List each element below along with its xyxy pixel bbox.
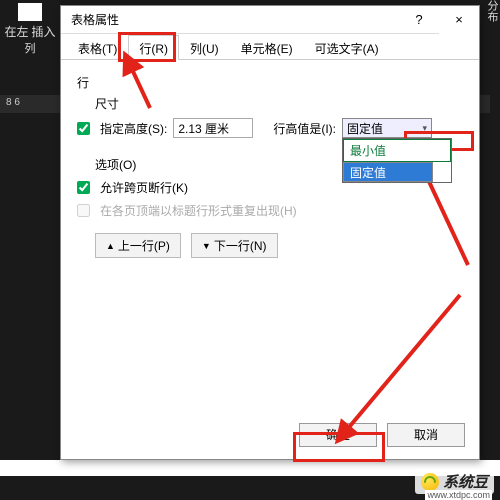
dropdown-item-min[interactable]: 最小值 xyxy=(343,139,451,162)
row-size: 指定高度(S): 行高值是(I): 固定值 ▾ 最小值 固定值 xyxy=(77,118,463,138)
ribbon-insert-label: 插入 xyxy=(32,25,56,39)
nav-buttons: ▲上一行(P) ▼下一行(N) xyxy=(95,233,463,258)
ok-button[interactable]: 确定 xyxy=(299,423,377,447)
specify-height-checkbox[interactable] xyxy=(77,122,90,135)
section-row-label: 行 xyxy=(77,74,463,91)
row-height-is-label: 行高值是(I): xyxy=(273,120,336,137)
dropdown-item-fixed[interactable]: 固定值 xyxy=(343,162,433,182)
close-button[interactable]: × xyxy=(439,6,479,34)
allow-break-label: 允许跨页断行(K) xyxy=(100,179,188,196)
watermark-text: 系统豆 xyxy=(443,471,488,492)
next-row-button[interactable]: ▼下一行(N) xyxy=(191,233,278,258)
titlebar: 表格属性 ? × xyxy=(61,6,479,34)
watermark-url: www.xtdpc.com xyxy=(425,490,492,500)
table-properties-dialog: 表格属性 ? × 表格(T) 行(R) 列(U) 单元格(E) 可选文字(A) … xyxy=(60,5,480,460)
tab-alt-text[interactable]: 可选文字(A) xyxy=(304,35,390,60)
chevron-down-icon: ▾ xyxy=(422,123,427,134)
tab-table[interactable]: 表格(T) xyxy=(67,35,128,60)
dialog-title: 表格属性 xyxy=(61,11,399,28)
watermark-logo-icon xyxy=(421,473,439,491)
triangle-up-icon: ▲ xyxy=(106,241,115,251)
ribbon-left: 在左 插入 列 xyxy=(0,0,60,95)
repeat-header-label: 在各页顶端以标题行形式重复出现(H) xyxy=(100,202,297,219)
dialog-buttons: 确定 取消 xyxy=(299,423,465,447)
ribbon-col-label: 列 xyxy=(0,40,60,56)
row-height-rule-select[interactable]: 固定值 ▾ xyxy=(342,118,432,138)
specify-height-label: 指定高度(S): xyxy=(100,120,167,137)
tab-column[interactable]: 列(U) xyxy=(179,35,230,60)
height-input[interactable] xyxy=(173,118,253,138)
row-height-dropdown: 最小值 固定值 xyxy=(342,138,452,183)
insert-icon xyxy=(18,3,42,21)
select-value: 固定值 xyxy=(347,120,383,137)
tab-strip: 表格(T) 行(R) 列(U) 单元格(E) 可选文字(A) xyxy=(61,34,479,60)
ribbon-right: 分布 xyxy=(482,0,500,60)
prev-row-button[interactable]: ▲上一行(P) xyxy=(95,233,181,258)
row-repeat-header: 在各页顶端以标题行形式重复出现(H) xyxy=(77,202,463,219)
section-size-label: 尺寸 xyxy=(95,95,463,112)
help-button[interactable]: ? xyxy=(399,6,439,34)
tab-row[interactable]: 行(R) xyxy=(128,35,179,60)
cancel-button[interactable]: 取消 xyxy=(387,423,465,447)
repeat-header-checkbox xyxy=(77,204,90,217)
tab-cell[interactable]: 单元格(E) xyxy=(230,35,304,60)
ruler-left: 8 6 xyxy=(0,95,60,113)
allow-break-checkbox[interactable] xyxy=(77,181,90,194)
triangle-down-icon: ▼ xyxy=(202,241,211,251)
dialog-body: 行 尺寸 指定高度(S): 行高值是(I): 固定值 ▾ 最小值 固定值 选项(… xyxy=(61,60,479,420)
ribbon-insert-left-label: 在左 xyxy=(4,25,28,39)
